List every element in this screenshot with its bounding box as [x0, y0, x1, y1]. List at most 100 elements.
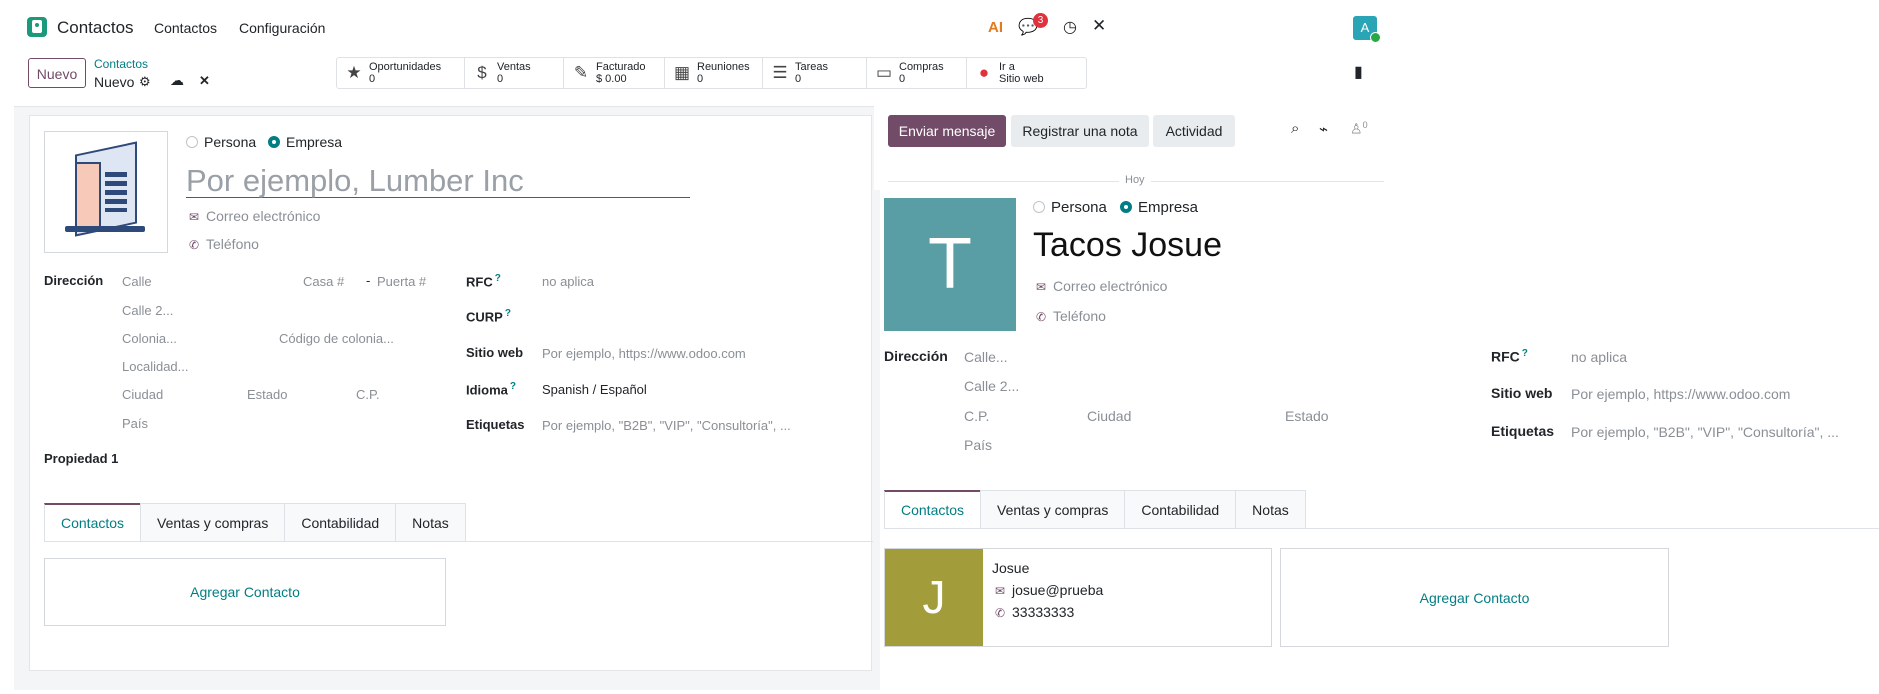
smart-buttons: ★ Oportunidades 0 $ Ventas 0 ✎ Facturado $ 0.0…	[336, 57, 1087, 89]
name-input[interactable]: Por ejemplo, Lumber Inc	[186, 163, 690, 198]
add-contact-box-left[interactable]: Agregar Contacto	[44, 558, 446, 626]
tab-contactos[interactable]: Contactos	[44, 503, 142, 541]
send-message-button[interactable]: Enviar mensaje	[888, 115, 1006, 147]
smart-tareas[interactable]: ☰ Tareas 0	[763, 58, 867, 88]
street2-input[interactable]: Calle 2...	[122, 303, 173, 318]
smart-reuniones[interactable]: ▦ Reuniones 0	[665, 58, 763, 88]
control-panel: Nuevo Contactos Nuevo ⚙ ☁ ✕ ★ Oportunidad…	[14, 50, 1390, 107]
property-label: Propiedad 1	[44, 451, 119, 466]
city-input-right[interactable]: Ciudad	[1087, 408, 1131, 424]
smart-compras[interactable]: ▭ Compras 0	[867, 58, 967, 88]
app-icon[interactable]	[27, 17, 47, 37]
door-input[interactable]: Puerta #	[377, 274, 426, 289]
save-cloud-icon[interactable]: ☁	[170, 72, 184, 89]
envelope-icon: ✉	[188, 210, 200, 224]
email-field[interactable]: ✉ Correo electrónico	[186, 208, 320, 224]
overlay-form: T Persona Empresa Tacos Josue ✉ Correo el…	[880, 188, 1879, 694]
envelope-icon: ✉	[1035, 280, 1047, 294]
tags-input-right[interactable]: Por ejemplo, "B2B", "VIP", "Consultoría"…	[1571, 424, 1839, 440]
chatter: Enviar mensaje Registrar una nota Activi…	[874, 106, 1390, 190]
company-name[interactable]: Tacos Josue	[1033, 226, 1222, 265]
street2-input-right[interactable]: Calle 2...	[964, 378, 1019, 394]
colony-input[interactable]: Colonia...	[122, 331, 177, 346]
website-input[interactable]: Por ejemplo, https://www.odoo.com	[542, 346, 746, 361]
type-company-radio[interactable]: Empresa	[268, 134, 342, 150]
invoice-icon: ✎	[573, 63, 589, 82]
discard-icon[interactable]: ✕	[199, 73, 210, 89]
tools-icon[interactable]: ✕	[1092, 16, 1106, 36]
smart-facturado[interactable]: ✎ Facturado $ 0.00	[564, 58, 665, 88]
phone-icon: ✆	[994, 606, 1006, 620]
state-input[interactable]: Estado	[247, 387, 287, 402]
tags-input[interactable]: Por ejemplo, "B2B", "VIP", "Consultoría"…	[542, 418, 791, 433]
street-input[interactable]: Calle	[122, 274, 152, 289]
app-title[interactable]: Contactos	[57, 18, 134, 38]
tab-notas[interactable]: Notas	[395, 503, 466, 541]
website-input-right[interactable]: Por ejemplo, https://www.odoo.com	[1571, 386, 1790, 402]
rfc-value-right[interactable]: no aplica	[1571, 349, 1627, 365]
ai-icon[interactable]: AI	[988, 19, 1003, 36]
tab-ventas-compras-right[interactable]: Ventas y compras	[980, 490, 1126, 528]
tab-ventas-compras[interactable]: Ventas y compras	[140, 503, 286, 541]
type-person-radio-right[interactable]: Persona	[1033, 199, 1107, 216]
add-contact-box-right[interactable]: Agregar Contacto	[1280, 548, 1669, 647]
state-input-right[interactable]: Estado	[1285, 408, 1329, 424]
log-note-button[interactable]: Registrar una nota	[1011, 115, 1149, 147]
card-icon: ▭	[875, 63, 893, 82]
followers-icon[interactable]: ♙0	[1350, 120, 1368, 138]
zip-input-right[interactable]: C.P.	[964, 408, 989, 424]
rfc-value[interactable]: no aplica	[542, 274, 594, 289]
house-door-separator: -	[366, 273, 371, 288]
phone-field-right[interactable]: ✆ Teléfono	[1033, 308, 1106, 324]
smart-sitio-web[interactable]: ● Ir a Sitio web	[967, 58, 1086, 88]
online-indicator	[1370, 32, 1381, 43]
website-label: Sitio web	[466, 345, 524, 360]
tasks-icon: ☰	[772, 63, 788, 82]
company-avatar[interactable]: T	[884, 198, 1016, 331]
menu-contactos[interactable]: Contactos	[154, 20, 217, 36]
contact-card[interactable]: J Josue ✉ josue@prueba ✆ 33333333	[884, 548, 1272, 647]
attachment-icon[interactable]: ⌁	[1319, 120, 1328, 138]
company-image[interactable]	[44, 131, 168, 253]
colony-code-input[interactable]: Código de colonia...	[279, 331, 394, 346]
street-input-right[interactable]: Calle...	[964, 349, 1008, 365]
locality-input[interactable]: Localidad...	[122, 359, 189, 374]
tab-contabilidad-right[interactable]: Contabilidad	[1124, 490, 1237, 528]
today-label: Hoy	[1119, 174, 1151, 186]
bookmark-icon[interactable]: ▮	[1354, 62, 1363, 82]
type-person-radio[interactable]: Persona	[186, 134, 256, 150]
tab-contactos-right[interactable]: Contactos	[884, 490, 982, 528]
smart-ventas[interactable]: $ Ventas 0	[465, 58, 564, 88]
country-input-right[interactable]: País	[964, 437, 992, 453]
email-field-right[interactable]: ✉ Correo electrónico	[1033, 278, 1167, 294]
phone-field[interactable]: ✆ Teléfono	[186, 236, 259, 252]
search-icon[interactable]: ⌕	[1291, 120, 1299, 137]
tags-label: Etiquetas	[466, 417, 525, 432]
rfc-label-right: RFC?	[1491, 348, 1528, 365]
smart-oportunidades[interactable]: ★ Oportunidades 0	[337, 58, 465, 88]
tags-label-right: Etiquetas	[1491, 423, 1555, 439]
type-company-radio-right[interactable]: Empresa	[1120, 199, 1198, 216]
star-icon: ★	[346, 63, 362, 82]
new-button[interactable]: Nuevo	[28, 58, 86, 88]
notebook-tabs-right: Contactos Ventas y compras Contabilidad …	[884, 490, 1879, 529]
country-input[interactable]: País	[122, 416, 148, 431]
gear-icon[interactable]: ⚙	[139, 74, 151, 90]
clock-icon[interactable]: ◷	[1063, 17, 1077, 37]
breadcrumb-parent[interactable]: Contactos	[94, 57, 148, 71]
add-contact-link[interactable]: Agregar Contacto	[190, 584, 300, 600]
add-contact-link-right[interactable]: Agregar Contacto	[1420, 590, 1530, 606]
address-label-right: Dirección	[884, 348, 948, 364]
tab-notas-right[interactable]: Notas	[1235, 490, 1306, 528]
activity-button[interactable]: Actividad	[1153, 115, 1235, 147]
tab-contabilidad[interactable]: Contabilidad	[284, 503, 397, 541]
envelope-icon: ✉	[994, 584, 1006, 598]
house-input[interactable]: Casa #	[303, 274, 344, 289]
website-label-right: Sitio web	[1491, 385, 1553, 401]
city-input[interactable]: Ciudad	[122, 387, 163, 402]
language-select[interactable]: Spanish / Español	[542, 382, 647, 397]
curp-label: CURP?	[466, 308, 511, 325]
language-label: Idioma?	[466, 381, 517, 398]
menu-configuracion[interactable]: Configuración	[239, 20, 325, 36]
zip-input[interactable]: C.P.	[356, 387, 380, 402]
